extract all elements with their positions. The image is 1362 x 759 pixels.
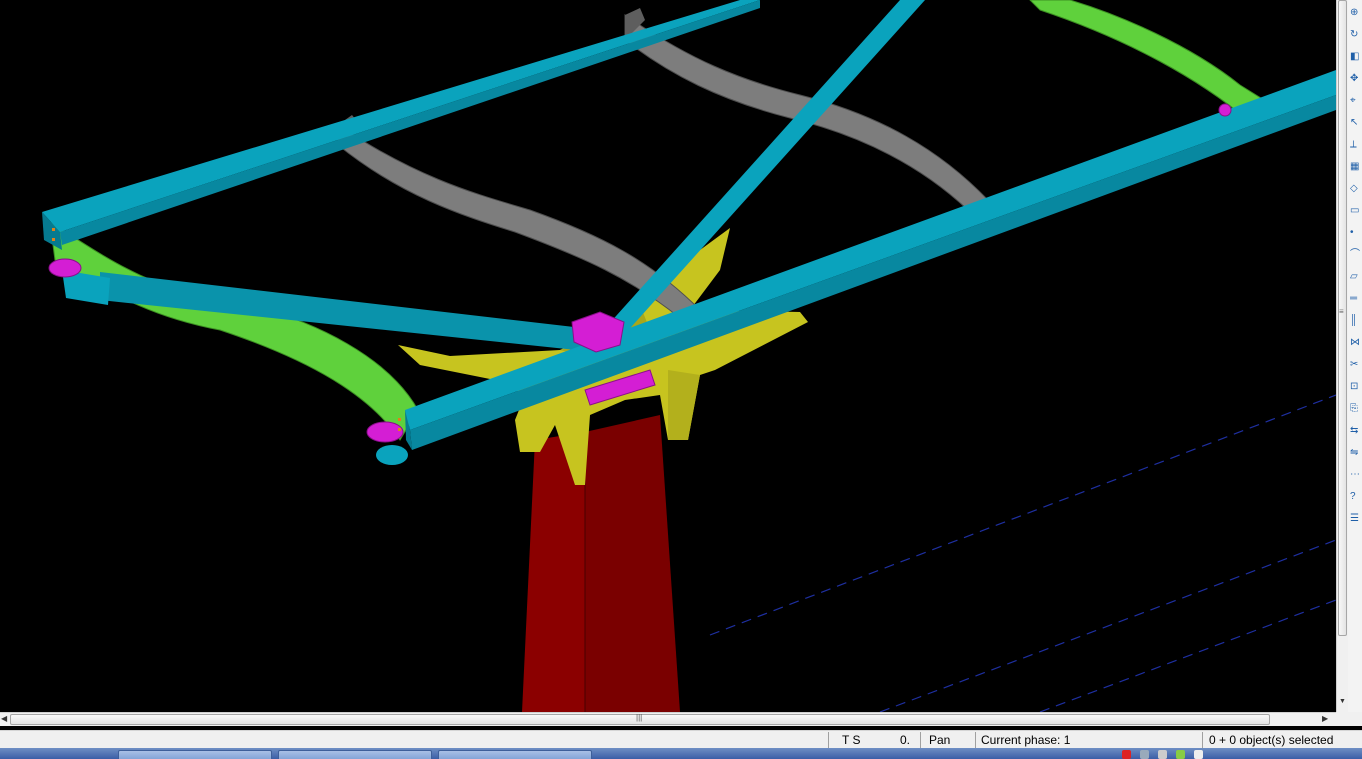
- copy-icon[interactable]: ⎘: [1350, 402, 1362, 416]
- status-separator: [920, 732, 921, 748]
- select-icon[interactable]: ↖: [1350, 116, 1362, 130]
- rotate-icon[interactable]: ↻: [1350, 28, 1362, 42]
- weld-icon[interactable]: ⌒: [1350, 248, 1362, 262]
- tray-icon[interactable]: [1158, 750, 1167, 759]
- status-separator: [1202, 732, 1203, 748]
- taskbar: [0, 748, 1362, 759]
- rib-green-1[interactable]: [49, 221, 419, 441]
- status-mode: Pan: [929, 733, 951, 747]
- scroll-grip-icon: ≡: [1339, 307, 1344, 316]
- column-red[interactable]: [522, 415, 680, 712]
- report-icon[interactable]: ☰: [1350, 512, 1362, 526]
- scroll-down-arrow-icon[interactable]: ▼: [1339, 698, 1346, 705]
- bolt-icon[interactable]: •: [1350, 226, 1362, 240]
- component-icon[interactable]: ◇: [1350, 182, 1362, 196]
- inquire-icon[interactable]: ?: [1350, 490, 1362, 504]
- plate-icon[interactable]: ▱: [1350, 270, 1362, 284]
- horizontal-scrollbar[interactable]: ◀ ||| ▶: [0, 712, 1336, 726]
- scroll-left-arrow-icon[interactable]: ◀: [1, 714, 7, 723]
- vertical-scroll-thumb[interactable]: [1338, 0, 1347, 636]
- grid-lines: [709, 394, 1336, 712]
- status-phase: Current phase: 1: [981, 733, 1071, 747]
- tray-icon[interactable]: [1194, 750, 1203, 759]
- tray-icon[interactable]: [1140, 750, 1149, 759]
- rib-green-2[interactable]: [1029, 0, 1273, 121]
- connection-icon[interactable]: ⋈: [1350, 336, 1362, 350]
- cut-icon[interactable]: ✂: [1350, 358, 1362, 372]
- part-icon[interactable]: ▭: [1350, 204, 1362, 218]
- array-icon[interactable]: ⋯: [1350, 468, 1362, 482]
- mirror-icon[interactable]: ⇋: [1350, 446, 1362, 460]
- taskbar-button[interactable]: [278, 750, 432, 759]
- measure-icon[interactable]: ⟂: [1350, 138, 1362, 152]
- zoom-icon[interactable]: ⊕: [1350, 6, 1362, 20]
- beam-icon[interactable]: ═: [1350, 292, 1362, 306]
- status-separator: [975, 732, 976, 748]
- scroll-corner: [1336, 712, 1362, 726]
- scroll-right-arrow-icon[interactable]: ▶: [1322, 714, 1328, 723]
- taskbar-button[interactable]: [438, 750, 592, 759]
- status-bar: T S 0. Pan Current phase: 1 0 + 0 object…: [0, 730, 1362, 749]
- model-view-3d[interactable]: [0, 0, 1336, 712]
- tray-icon[interactable]: [1122, 750, 1131, 759]
- pan-icon[interactable]: ✥: [1350, 72, 1362, 86]
- move-icon[interactable]: ⇆: [1350, 424, 1362, 438]
- view-icon[interactable]: ◧: [1350, 50, 1362, 64]
- status-ts: T S: [842, 733, 861, 747]
- status-selection: 0 + 0 object(s) selected: [1209, 733, 1334, 747]
- taskbar-button[interactable]: [118, 750, 272, 759]
- fitting-icon[interactable]: ⊡: [1350, 380, 1362, 394]
- side-toolbar: ⊕ ↻ ◧ ✥ ⌖ ↖ ⟂ ▦ ◇ ▭ • ⌒ ▱ ═ ║ ⋈ ✂ ⊡ ⎘ ⇆ ⇋ ⋯? ☰: [1348, 0, 1362, 712]
- snap-icon[interactable]: ⌖: [1350, 94, 1362, 108]
- column-icon[interactable]: ║: [1350, 314, 1362, 328]
- status-separator: [828, 732, 829, 748]
- tray-icon[interactable]: [1176, 750, 1185, 759]
- status-zero: 0.: [900, 733, 911, 747]
- beam-left-top[interactable]: [42, 0, 760, 250]
- model-canvas[interactable]: [0, 0, 1336, 712]
- hscroll-grip-icon: |||: [636, 713, 643, 722]
- vertical-scrollbar[interactable]: ≡ ▼: [1336, 0, 1348, 712]
- grid-icon[interactable]: ▦: [1350, 160, 1362, 174]
